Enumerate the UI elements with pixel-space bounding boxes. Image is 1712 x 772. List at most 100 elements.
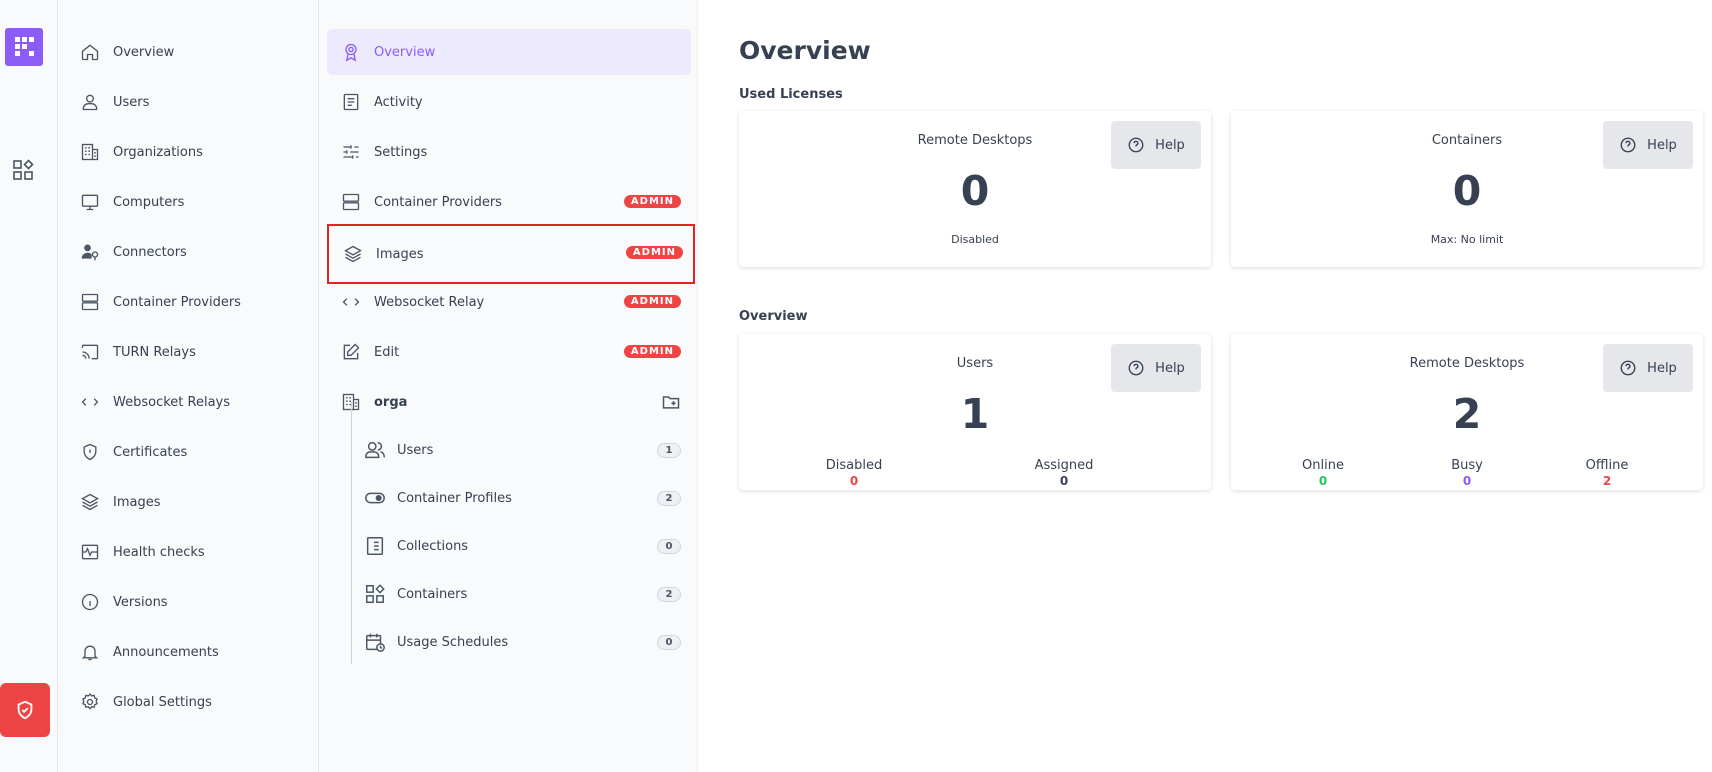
org-item-container-profiles[interactable]: Container Profiles 2: [364, 478, 682, 518]
nav-item-organizations[interactable]: Organizations: [80, 132, 300, 172]
subnav-item-activity[interactable]: Activity: [327, 79, 691, 125]
user-icon: [82, 94, 98, 111]
building-icon: [81, 143, 99, 161]
nav-item-health-checks[interactable]: Health checks: [80, 532, 300, 572]
subnav-item-overview[interactable]: Overview: [327, 29, 691, 75]
stat-value: 0: [849, 474, 859, 488]
card-users: Users 1 Disabled 0 Assigned 0 Help: [739, 334, 1211, 490]
org-item-collections[interactable]: Collections 0: [364, 526, 682, 566]
nav-item-global-settings[interactable]: Global Settings: [80, 682, 300, 722]
help-button[interactable]: Help: [1603, 344, 1693, 392]
stat-value: 0: [1059, 474, 1069, 488]
subnav-item-container-providers[interactable]: Container Providers ADMIN: [327, 179, 691, 225]
nav-item-label: Container Providers: [113, 294, 241, 310]
org-item-label: Container Profiles: [397, 490, 512, 506]
help-circle-icon: [1620, 137, 1636, 153]
org-item-label: Containers: [397, 586, 468, 602]
layers-icon: [344, 245, 362, 263]
admin-shield-button[interactable]: [0, 683, 50, 737]
stat-busy: Busy 0: [1417, 458, 1517, 488]
admin-badge: ADMIN: [623, 195, 681, 208]
help-label: Help: [1155, 360, 1185, 376]
award-icon: [345, 43, 357, 62]
org-item-label: Collections: [397, 538, 469, 554]
server-icon: [342, 193, 360, 211]
subnav-item-label: Settings: [374, 144, 428, 160]
nav-item-computers[interactable]: Computers: [80, 182, 300, 222]
nav-item-announcements[interactable]: Announcements: [80, 632, 300, 672]
count-badge: 2: [657, 491, 681, 506]
nav-item-label: Users: [113, 94, 150, 110]
nav-item-images[interactable]: Images: [80, 482, 300, 522]
subnav-item-label: Edit: [374, 344, 400, 360]
user-key-icon: [81, 244, 99, 261]
section-title-used-licenses: Used Licenses: [739, 87, 843, 102]
count-badge: 0: [657, 539, 681, 554]
stat-value: 0: [1462, 474, 1472, 488]
users-icon: [365, 441, 385, 459]
nav-item-connectors[interactable]: Connectors: [80, 232, 300, 272]
nav-item-versions[interactable]: Versions: [80, 582, 300, 622]
sliders-icon: [343, 145, 359, 159]
server-icon: [81, 293, 99, 311]
folder-plus-icon[interactable]: [661, 392, 681, 412]
code-arrows-icon: [81, 398, 99, 406]
card-value: 0: [1452, 167, 1482, 215]
org-header[interactable]: orga: [327, 379, 691, 425]
admin-badge: ADMIN: [623, 295, 681, 308]
card-containers-license: Containers 0 Max: No limit Help: [1231, 111, 1703, 267]
stat-label: Assigned: [1034, 458, 1094, 473]
help-label: Help: [1155, 137, 1185, 153]
nav-item-websocket-relays[interactable]: Websocket Relays: [80, 382, 300, 422]
nav-item-certificates[interactable]: Certificates: [80, 432, 300, 472]
help-button[interactable]: Help: [1603, 121, 1693, 169]
stat-label: Online: [1302, 458, 1344, 473]
help-button[interactable]: Help: [1111, 344, 1201, 392]
nav-item-container-providers[interactable]: Container Providers: [80, 282, 300, 322]
subnav-item-label: Websocket Relay: [374, 294, 485, 310]
nav-item-label: Health checks: [113, 544, 205, 560]
nav-item-label: Versions: [113, 594, 168, 610]
nav-item-users[interactable]: Users: [80, 82, 300, 122]
activity-icon: [81, 544, 99, 560]
document-icon: [343, 93, 359, 111]
org-item-users[interactable]: Users 1: [364, 430, 682, 470]
stat-value: 0: [1318, 474, 1328, 488]
apps-icon[interactable]: [11, 158, 35, 182]
subnav-item-websocket-relay[interactable]: Websocket Relay ADMIN: [327, 279, 691, 325]
apps-icon: [366, 584, 385, 603]
layers-icon: [81, 493, 99, 511]
help-button[interactable]: Help: [1111, 121, 1201, 169]
org-item-usage-schedules[interactable]: Usage Schedules 0: [364, 622, 682, 662]
nav-item-label: Computers: [113, 194, 185, 210]
org-item-label: Usage Schedules: [397, 634, 509, 650]
org-item-containers[interactable]: Containers 2: [364, 574, 682, 614]
stat-value: 2: [1602, 474, 1612, 488]
card-remote-desktops-license: Remote Desktops 0 Disabled Help: [739, 111, 1211, 267]
count-badge: 1: [657, 443, 681, 458]
subnav-item-label: Activity: [374, 94, 423, 110]
stat-label: Disabled: [825, 458, 883, 473]
nav-item-turn-relays[interactable]: TURN Relays: [80, 332, 300, 372]
nav-item-label: Global Settings: [113, 694, 212, 710]
org-tree-line: [351, 402, 352, 664]
subnav-item-settings[interactable]: Settings: [327, 129, 691, 175]
subnav-item-images[interactable]: Images ADMIN: [327, 224, 695, 284]
help-label: Help: [1647, 360, 1677, 376]
card-value: 0: [960, 167, 990, 215]
count-badge: 0: [657, 635, 681, 650]
calendar-clock-icon: [366, 633, 385, 652]
code-arrows-icon: [342, 298, 360, 306]
subnav-item-edit[interactable]: Edit ADMIN: [327, 329, 691, 375]
toggle-icon: [365, 492, 385, 504]
nav-item-overview[interactable]: Overview: [80, 32, 300, 72]
primary-nav: Overview Users Organizations Computers C…: [58, 0, 319, 772]
list-icon: [366, 537, 384, 555]
nav-item-label: Certificates: [113, 444, 188, 460]
shield-check-icon: [17, 700, 33, 720]
main-content: Overview Used Licenses Remote Desktops 0…: [698, 0, 1712, 772]
logo[interactable]: [5, 28, 43, 66]
edit-icon: [343, 343, 360, 360]
subnav-item-label: Images: [376, 246, 424, 262]
page-title: Overview: [739, 36, 871, 65]
